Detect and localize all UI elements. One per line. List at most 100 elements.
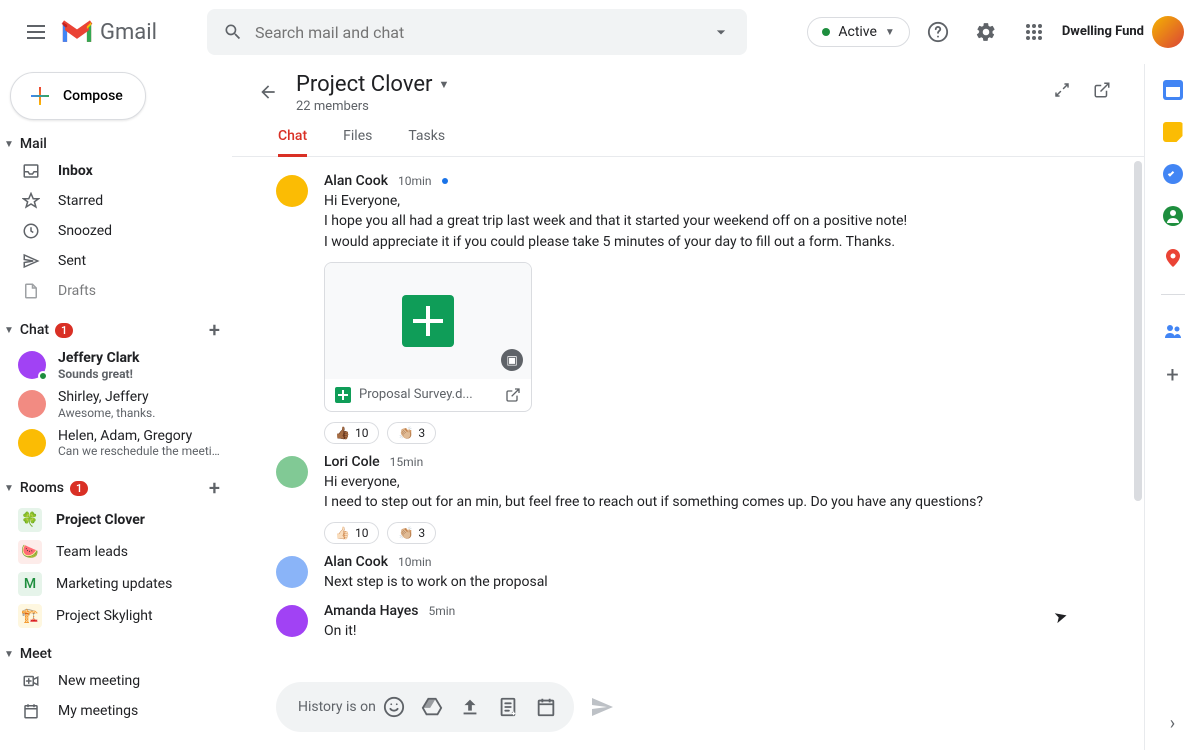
nav-drafts[interactable]: Drafts [0, 276, 232, 304]
chevron-down-icon: ▼ [438, 78, 449, 91]
account-avatar[interactable] [1152, 16, 1184, 48]
gmail-wordmark: Gmail [100, 20, 157, 45]
avatar [18, 351, 46, 379]
emoji-button[interactable] [376, 689, 412, 725]
nav-sent[interactable]: Sent [0, 246, 232, 276]
right-side-panel: + › [1144, 64, 1200, 750]
support-button[interactable] [918, 12, 958, 52]
calendar-app-icon[interactable] [1163, 80, 1183, 100]
room-item[interactable]: 🏗️Project Skylight [0, 600, 232, 632]
room-tabs: Chat Files Tasks [232, 118, 1144, 157]
main-menu-button[interactable] [16, 12, 56, 52]
message: Alan Cook10minNext step is to work on th… [276, 554, 1104, 592]
sheets-mini-icon [335, 387, 351, 403]
tab-files[interactable]: Files [343, 128, 372, 156]
left-sidebar: Compose ▼Mail InboxStarredSnoozedSentDra… [0, 64, 232, 750]
chat-item[interactable]: Jeffery ClarkSounds great! [0, 346, 232, 385]
avatar [276, 605, 308, 637]
search-bar[interactable] [207, 9, 747, 55]
chat-unread-badge: 1 [55, 323, 73, 338]
send-button[interactable] [582, 687, 622, 727]
drive-icon [421, 696, 443, 718]
video-icon [22, 672, 40, 690]
back-button[interactable] [248, 72, 288, 112]
meet-section-header[interactable]: ▼Meet [0, 642, 232, 666]
meet-my-meetings[interactable]: My meetings [0, 696, 232, 726]
chat-item[interactable]: Helen, Adam, GregoryCan we reschedule th… [0, 424, 232, 463]
gear-icon [975, 21, 997, 43]
chat-item[interactable]: Shirley, JefferyAwesome, thanks. [0, 385, 232, 424]
expand-panel-button[interactable]: › [1170, 713, 1175, 734]
present-icon: ▣ [501, 349, 523, 371]
org-label: Dwelling Fund [1062, 25, 1144, 39]
contacts-app-icon[interactable] [1163, 206, 1183, 226]
presence-dot-icon [822, 28, 830, 36]
send-icon [22, 252, 40, 270]
popout-button[interactable] [1084, 72, 1120, 108]
avatar [276, 556, 308, 588]
message-time: 15min [390, 455, 424, 469]
avatar [276, 456, 308, 488]
reaction-chip[interactable]: 👏🏼3 [387, 422, 436, 444]
settings-button[interactable] [966, 12, 1006, 52]
compose-button[interactable]: Compose [10, 72, 146, 120]
room-avatar: 🍀 [18, 508, 42, 532]
message-composer[interactable]: History is on [276, 682, 574, 732]
presence-dot-icon [38, 371, 48, 381]
people-app-icon[interactable] [1163, 321, 1183, 341]
collapse-button[interactable] [1044, 72, 1080, 108]
reaction-chip[interactable]: 👍🏻10 [324, 522, 379, 544]
open-icon[interactable] [505, 387, 521, 403]
scrollbar[interactable] [1134, 161, 1142, 501]
nav-snoozed[interactable]: Snoozed [0, 216, 232, 246]
emoji-icon [383, 696, 405, 718]
search-options-icon[interactable] [711, 22, 731, 42]
calendar-button[interactable] [528, 689, 564, 725]
reaction-chip[interactable]: 👍🏾10 [324, 422, 379, 444]
attachment-card[interactable]: ▣Proposal Survey.d... [324, 262, 532, 412]
room-title[interactable]: Project Clover▼ [296, 72, 449, 97]
reaction-chip[interactable]: 👏🏼3 [387, 522, 436, 544]
tasks-app-icon[interactable] [1163, 164, 1183, 184]
message-text: On it! [324, 621, 1104, 641]
mail-section-header[interactable]: ▼Mail [0, 132, 232, 156]
main-panel: Project Clover▼ 22 members Chat Files Task… [232, 64, 1144, 750]
file-icon [22, 282, 40, 300]
nav-inbox[interactable]: Inbox [0, 156, 232, 186]
chat-section-header[interactable]: ▼Chat1+ [0, 314, 232, 346]
nav-starred[interactable]: Starred [0, 186, 232, 216]
room-item[interactable]: MMarketing updates [0, 568, 232, 600]
rooms-unread-badge: 1 [70, 481, 88, 496]
status-selector[interactable]: Active ▼ [807, 17, 909, 47]
maps-app-icon[interactable] [1163, 248, 1183, 268]
unread-dot-icon [442, 178, 448, 184]
room-subtitle: 22 members [296, 99, 449, 114]
compose-label: Compose [63, 88, 123, 104]
caret-down-icon: ▼ [4, 649, 14, 660]
reaction-count: 10 [355, 426, 369, 440]
room-avatar: M [18, 572, 42, 596]
docs-button[interactable] [490, 689, 526, 725]
tab-tasks[interactable]: Tasks [408, 128, 445, 156]
gmail-logo[interactable]: Gmail [60, 19, 157, 45]
sheets-icon [402, 295, 454, 347]
keep-app-icon[interactable] [1163, 122, 1183, 142]
avatar [18, 429, 46, 457]
tab-chat[interactable]: Chat [278, 128, 307, 157]
new-chat-button[interactable]: + [209, 318, 220, 342]
room-item[interactable]: 🍀Project Clover [0, 504, 232, 536]
caret-down-icon: ▼ [4, 139, 14, 150]
room-item[interactable]: 🍉Team leads [0, 536, 232, 568]
message: Amanda Hayes5minOn it! [276, 603, 1104, 641]
new-room-button[interactable]: + [209, 476, 220, 500]
status-label: Active [838, 24, 877, 40]
meet-new-meeting[interactable]: New meeting [0, 666, 232, 696]
apps-button[interactable] [1014, 12, 1054, 52]
rooms-section-header[interactable]: ▼Rooms1+ [0, 472, 232, 504]
upload-button[interactable] [452, 689, 488, 725]
chevron-down-icon: ▼ [885, 27, 895, 38]
drive-button[interactable] [414, 689, 450, 725]
search-input[interactable] [255, 23, 711, 42]
hamburger-icon [27, 25, 45, 39]
add-app-button[interactable]: + [1166, 363, 1178, 388]
